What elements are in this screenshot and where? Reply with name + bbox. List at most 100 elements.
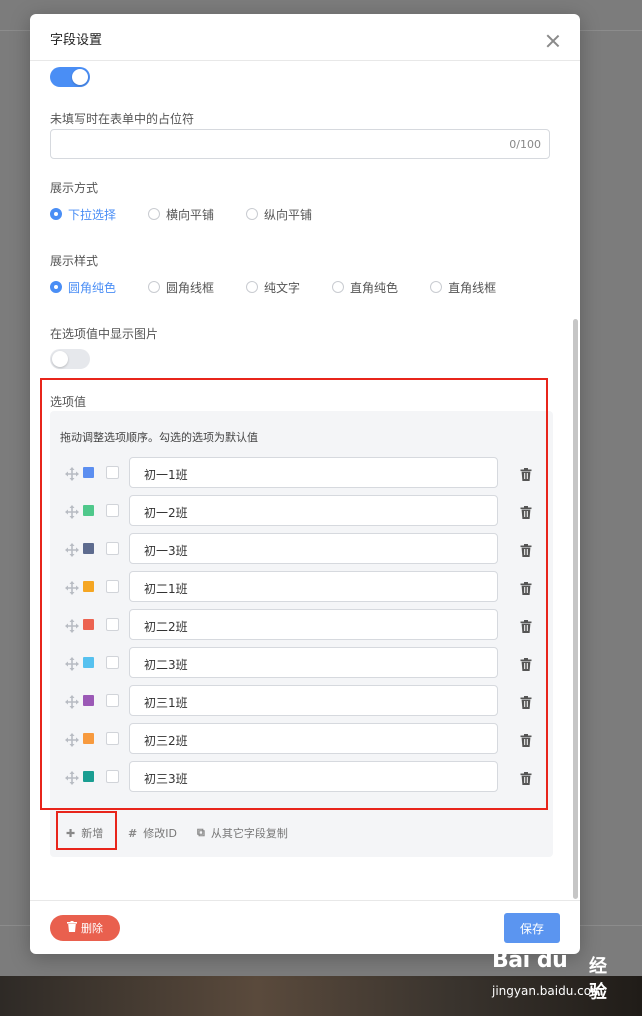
trash-icon[interactable] — [520, 618, 532, 633]
radio-dot — [246, 281, 259, 293]
default-checkbox[interactable] — [106, 694, 119, 707]
copy-from-field-button[interactable]: ⧉ 从其它字段复制 — [197, 825, 288, 841]
option-row: 初一1班 — [50, 457, 553, 489]
radio-rounded-outline[interactable]: 圆角线框 — [148, 279, 214, 296]
radio-square-outline[interactable]: 直角线框 — [430, 279, 496, 296]
add-option-button[interactable]: ✚ 新增 — [66, 825, 103, 841]
trash-icon[interactable] — [520, 770, 532, 785]
radio-vertical-tile[interactable]: 纵向平铺 — [246, 206, 312, 223]
option-color-chip[interactable] — [83, 505, 94, 516]
option-text: 初一1班 — [144, 468, 188, 482]
default-checkbox[interactable] — [106, 466, 119, 479]
toggle-knob — [72, 69, 88, 85]
edit-id-label: 修改ID — [143, 827, 177, 840]
option-text-input[interactable]: 初二3班 — [129, 647, 498, 678]
option-color-chip[interactable] — [83, 581, 94, 592]
trash-icon[interactable] — [520, 504, 532, 519]
drag-handle-icon[interactable] — [65, 770, 79, 785]
radio-rounded-solid[interactable]: 圆角纯色 — [50, 279, 116, 296]
watermark-url: jingyan.baidu.com — [492, 984, 603, 998]
show-image-label: 在选项值中显示图片 — [50, 327, 159, 341]
trash-icon[interactable] — [520, 694, 532, 709]
field-enabled-toggle[interactable] — [50, 67, 90, 87]
drag-handle-icon[interactable] — [65, 656, 79, 671]
modal-scrollbar[interactable] — [573, 319, 578, 899]
option-text-input[interactable]: 初一2班 — [129, 495, 498, 526]
character-counter: 0/100 — [509, 138, 541, 151]
option-text-input[interactable]: 初三2班 — [129, 723, 498, 754]
option-row: 初三2班 — [50, 723, 553, 755]
option-text-input[interactable]: 初二2班 — [129, 609, 498, 640]
option-color-chip[interactable] — [83, 619, 94, 630]
default-checkbox[interactable] — [106, 770, 119, 783]
radio-label: 纵向平铺 — [264, 207, 313, 222]
baidu-jingyan-watermark: Bai du 经验 jingyan.baidu.com — [492, 948, 622, 1006]
option-color-chip[interactable] — [83, 771, 94, 782]
drag-handle-icon[interactable] — [65, 504, 79, 519]
drag-handle-icon[interactable] — [65, 580, 79, 595]
radio-dot — [430, 281, 443, 293]
options-label: 选项值 — [50, 395, 87, 409]
trash-icon[interactable] — [520, 732, 532, 747]
default-checkbox[interactable] — [106, 504, 119, 517]
option-text-input[interactable]: 初一1班 — [129, 457, 498, 488]
modal-title: 字段设置 — [50, 33, 103, 48]
placeholder-input[interactable]: 0/100 — [50, 129, 550, 159]
option-text-input[interactable]: 初三3班 — [129, 761, 498, 792]
radio-label: 下拉选择 — [68, 207, 117, 222]
option-text: 初三3班 — [144, 772, 188, 786]
default-checkbox[interactable] — [106, 618, 119, 631]
display-mode-radio-group: 下拉选择 横向平铺 纵向平铺 — [50, 206, 344, 222]
radio-dropdown-select[interactable]: 下拉选择 — [50, 206, 116, 223]
option-row: 初一2班 — [50, 495, 553, 527]
option-text-input[interactable]: 初三1班 — [129, 685, 498, 716]
options-hint: 拖动调整选项顺序。勾选的选项为默认值 — [60, 431, 258, 444]
default-checkbox[interactable] — [106, 580, 119, 593]
default-checkbox[interactable] — [106, 656, 119, 669]
save-button[interactable]: 保存 — [504, 913, 560, 943]
option-color-chip[interactable] — [83, 657, 94, 668]
option-color-chip[interactable] — [83, 543, 94, 554]
drag-handle-icon[interactable] — [65, 732, 79, 747]
modal-footer: 删除 保存 — [30, 900, 580, 954]
display-style-radio-group: 圆角纯色 圆角线框 纯文字 直角纯色 直角线框 — [50, 279, 528, 295]
option-color-chip[interactable] — [83, 695, 94, 706]
radio-dot — [50, 208, 62, 220]
modal-header: 字段设置 — [30, 14, 580, 61]
drag-handle-icon[interactable] — [65, 542, 79, 557]
copy-from-field-label: 从其它字段复制 — [210, 827, 288, 840]
option-text-input[interactable]: 初二1班 — [129, 571, 498, 602]
option-color-chip[interactable] — [83, 467, 94, 478]
radio-square-solid[interactable]: 直角纯色 — [332, 279, 398, 296]
default-checkbox[interactable] — [106, 732, 119, 745]
option-row: 初三1班 — [50, 685, 553, 717]
show-image-toggle[interactable] — [50, 349, 90, 369]
drag-handle-icon[interactable] — [65, 694, 79, 709]
trash-icon[interactable] — [520, 466, 532, 481]
option-color-chip[interactable] — [83, 733, 94, 744]
radio-dot — [148, 208, 161, 220]
radio-label: 纯文字 — [264, 280, 301, 295]
radio-horizontal-tile[interactable]: 横向平铺 — [148, 206, 214, 223]
options-actions: ✚ 新增 # 修改ID ⧉ 从其它字段复制 — [50, 811, 553, 857]
radio-label: 直角线框 — [448, 280, 497, 295]
edit-id-button[interactable]: # 修改ID — [128, 825, 177, 841]
trash-icon[interactable] — [520, 580, 532, 595]
delete-button[interactable]: 删除 — [50, 915, 120, 941]
baidu-logo-text: Bai du — [492, 948, 568, 973]
display-mode-label: 展示方式 — [50, 181, 99, 195]
radio-dot — [332, 281, 345, 293]
radio-label: 直角纯色 — [350, 280, 399, 295]
default-checkbox[interactable] — [106, 542, 119, 555]
drag-handle-icon[interactable] — [65, 466, 79, 481]
option-text-input[interactable]: 初一3班 — [129, 533, 498, 564]
option-row: 初二3班 — [50, 647, 553, 679]
drag-handle-icon[interactable] — [65, 618, 79, 633]
option-row: 初二2班 — [50, 609, 553, 641]
radio-plain-text[interactable]: 纯文字 — [246, 279, 300, 296]
hash-icon: # — [128, 826, 138, 840]
trash-icon[interactable] — [520, 542, 532, 557]
trash-icon[interactable] — [520, 656, 532, 671]
close-icon[interactable] — [546, 34, 560, 48]
copy-icon: ⧉ — [197, 826, 205, 839]
